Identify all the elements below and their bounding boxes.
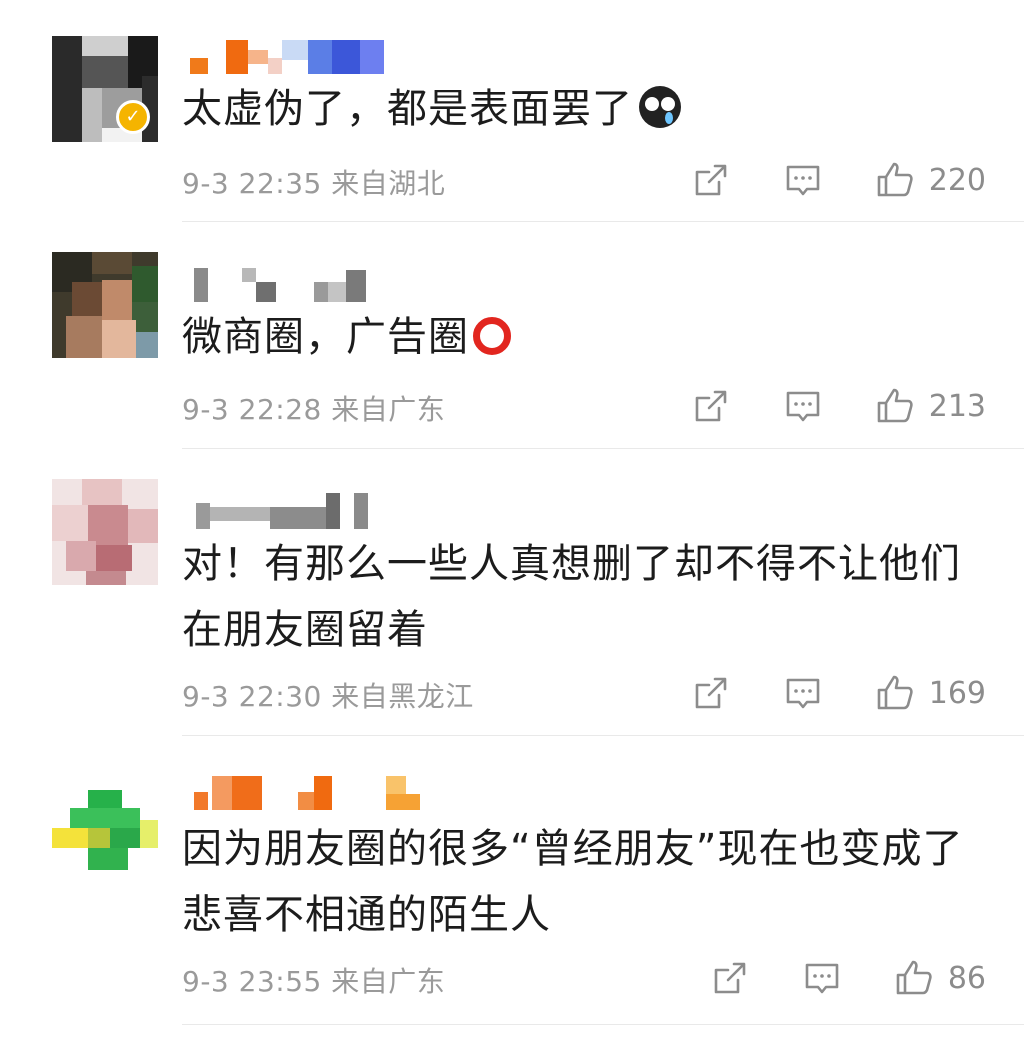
comment-text-content: 因为朋友圈的很多“曾经朋友”现在也变成了悲喜不相通的陌生人 (182, 826, 964, 938)
nickname-mosaic[interactable] (190, 491, 410, 531)
comment-actions: 220 (691, 158, 986, 202)
comment-text-content: 太虚伪了，都是表面罢了 (182, 86, 633, 132)
comment-text: 对！有那么一些人真想删了却不得不让他们在朋友圈留着 (182, 531, 972, 663)
comment-location: 来自湖北 (331, 167, 446, 200)
comment-text-content: 对！有那么一些人真想删了却不得不让他们在朋友圈留着 (182, 541, 961, 653)
comment-location: 来自黑龙江 (331, 680, 474, 713)
comment-item: ✓ 太虚伪了，都是表面罢了 9-3 22:35 来自湖北 220 (0, 0, 1024, 222)
comment-text-content: 微商圈，广告圈 (182, 314, 469, 360)
comment-bubble-icon[interactable] (783, 673, 823, 713)
comment-actions: 169 (691, 671, 986, 715)
verified-badge-icon: ✓ (116, 100, 150, 134)
sob-face-icon (639, 86, 681, 128)
comment-bubble-icon[interactable] (783, 386, 823, 426)
like-button[interactable]: 169 (875, 673, 986, 713)
comment-time: 9-3 22:30 (182, 680, 322, 713)
comment-meta: 9-3 22:35 来自湖北 (182, 162, 445, 202)
comment-meta: 9-3 22:28 来自广东 (182, 388, 445, 428)
comment-item: 因为朋友圈的很多“曾经朋友”现在也变成了悲喜不相通的陌生人 9-3 23:55 … (0, 736, 1024, 1043)
comment-actions: 86 (710, 956, 986, 1000)
avatar[interactable] (52, 479, 158, 585)
comment-text: 太虚伪了，都是表面罢了 (182, 76, 972, 142)
comment-meta: 9-3 22:30 来自黑龙江 (182, 675, 474, 715)
like-count: 86 (947, 960, 986, 996)
share-arrow-icon[interactable] (710, 958, 750, 998)
thumbs-up-icon (875, 160, 915, 200)
thumbs-up-icon (894, 958, 934, 998)
avatar[interactable] (52, 252, 158, 358)
comment-meta: 9-3 23:55 来自广东 (182, 960, 445, 1000)
nickname-mosaic[interactable] (190, 40, 410, 80)
comment-item: 对！有那么一些人真想删了却不得不让他们在朋友圈留着 9-3 22:30 来自黑龙… (0, 449, 1024, 736)
like-button[interactable]: 86 (894, 958, 986, 998)
like-button[interactable]: 220 (875, 160, 986, 200)
like-button[interactable]: 213 (875, 386, 986, 426)
avatar[interactable] (52, 790, 158, 896)
like-count: 220 (928, 162, 986, 198)
comment-time: 9-3 22:35 (182, 167, 322, 200)
comment-location: 来自广东 (331, 393, 446, 426)
comment-time: 9-3 22:28 (182, 393, 322, 426)
comment-location: 来自广东 (331, 965, 446, 998)
comment-bubble-icon[interactable] (783, 160, 823, 200)
share-arrow-icon[interactable] (691, 160, 731, 200)
like-count: 213 (928, 388, 986, 424)
comment-actions: 213 (691, 384, 986, 428)
nickname-mosaic[interactable] (190, 776, 420, 816)
comment-time: 9-3 23:55 (182, 965, 322, 998)
like-count: 169 (928, 675, 986, 711)
divider (182, 1024, 1024, 1025)
comment-feed: ✓ 太虚伪了，都是表面罢了 9-3 22:35 来自湖北 220 微商圈，广告圈… (0, 0, 1024, 1043)
comment-bubble-icon[interactable] (802, 958, 842, 998)
thumbs-up-icon (875, 386, 915, 426)
thumbs-up-icon (875, 673, 915, 713)
nickname-mosaic[interactable] (190, 266, 410, 306)
share-arrow-icon[interactable] (691, 386, 731, 426)
share-arrow-icon[interactable] (691, 673, 731, 713)
comment-item: 微商圈，广告圈 9-3 22:28 来自广东 213 (0, 222, 1024, 449)
comment-text: 因为朋友圈的很多“曾经朋友”现在也变成了悲喜不相通的陌生人 (182, 816, 972, 948)
red-circle-icon (473, 317, 511, 355)
comment-text: 微商圈，广告圈 (182, 304, 972, 370)
